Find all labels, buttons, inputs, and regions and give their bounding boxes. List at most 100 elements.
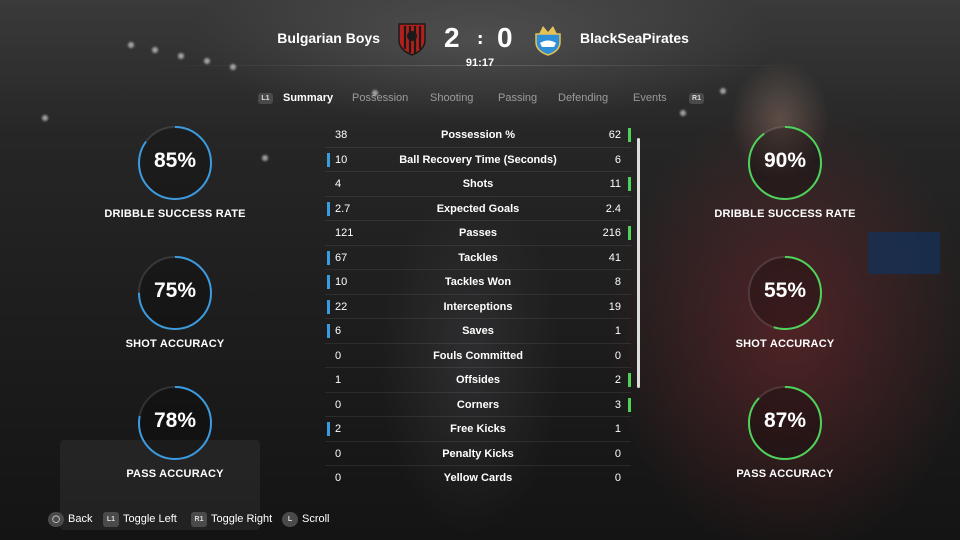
away-stat-value: 3	[614, 398, 621, 411]
stats-scrollbar[interactable]	[637, 138, 640, 388]
stat-label: Ball Recovery Time (Seconds)	[399, 153, 557, 166]
gauge-label: DRIBBLE SUCCESS RATE	[714, 208, 856, 220]
controller-hints: ◯ Back L1 Toggle Left R1 Toggle Right L …	[0, 510, 960, 532]
floodlight	[42, 115, 48, 121]
r1-bumper-icon[interactable]: R1	[689, 93, 704, 104]
tab-summary[interactable]: Summary	[283, 92, 333, 104]
match-clock: 91:17	[465, 57, 495, 69]
stat-row: 6 Saves 1	[325, 319, 631, 344]
away-shot-accuracy-gauge: 55% SHOT ACCURACY	[705, 255, 865, 365]
left-stick-icon[interactable]: L	[282, 512, 298, 527]
home-dribble-success-gauge: 85% DRIBBLE SUCCESS RATE	[95, 125, 255, 235]
gauge-value: 78%	[153, 409, 197, 432]
tab-passing[interactable]: Passing	[498, 92, 537, 104]
stat-row: 1 Offsides 2	[325, 368, 631, 393]
stat-label: Expected Goals	[436, 202, 520, 215]
home-shot-accuracy-gauge: 75% SHOT ACCURACY	[95, 255, 255, 365]
away-stat-value: 2.4	[605, 202, 621, 215]
stat-row: 121 Passes 216	[325, 221, 631, 246]
stadium-screen	[868, 232, 940, 274]
tab-events[interactable]: Events	[633, 92, 667, 104]
away-stat-value: 11	[609, 178, 621, 190]
stat-label: Tackles Won	[444, 276, 512, 288]
gauge-label: DRIBBLE SUCCESS RATE	[104, 208, 246, 220]
stat-label: Passes	[459, 227, 497, 239]
stat-row: 38 Possession % 62	[325, 123, 631, 148]
home-team-crest-icon	[398, 23, 426, 56]
back-hint-label[interactable]: Back	[68, 513, 92, 525]
away-stat-value: 0	[614, 349, 621, 362]
away-leader-marker	[628, 226, 631, 240]
stat-row: 2 Free Kicks 1	[325, 417, 631, 442]
away-leader-marker	[628, 397, 631, 412]
stat-label: Corners	[456, 398, 500, 411]
l1-button-icon[interactable]: L1	[103, 512, 119, 527]
home-team-name: Bulgarian Boys	[277, 30, 380, 46]
toggle-left-hint-label[interactable]: Toggle Left	[123, 513, 177, 525]
away-stat-value: 62	[608, 129, 621, 141]
scroll-hint-label[interactable]: Scroll	[302, 513, 330, 525]
gauge-label: SHOT ACCURACY	[125, 338, 225, 350]
gauge-value: 85%	[153, 149, 197, 172]
away-leader-marker	[628, 373, 631, 387]
stat-label: Tackles	[458, 251, 498, 264]
stat-label: Saves	[462, 325, 494, 337]
stat-row: 0 Yellow Cards 0	[325, 466, 631, 491]
away-stat-value: 19	[608, 300, 621, 313]
stat-row: 10 Tackles Won 8	[325, 270, 631, 295]
floodlight	[680, 110, 686, 116]
score-separator: :	[477, 29, 484, 48]
stat-label: Interceptions	[443, 300, 513, 313]
away-leader-marker	[628, 177, 631, 191]
stat-row: 10 Ball Recovery Time (Seconds) 6	[325, 148, 631, 172]
floodlight	[262, 155, 268, 161]
stat-row: 0 Fouls Committed 0	[325, 344, 631, 368]
r1-button-icon[interactable]: R1	[191, 512, 207, 527]
away-stat-value: 2	[614, 374, 621, 386]
away-team-name: BlackSeaPirates	[580, 30, 689, 46]
away-stat-value: 0	[614, 472, 621, 484]
away-stat-value: 41	[608, 251, 621, 264]
away-stat-value: 8	[614, 276, 621, 288]
away-pass-accuracy-gauge: 87% PASS ACCURACY	[705, 385, 865, 495]
floodlight	[128, 42, 134, 48]
stat-label: Shots	[462, 178, 494, 190]
away-dribble-success-gauge: 90% DRIBBLE SUCCESS RATE	[705, 125, 865, 235]
tab-defending[interactable]: Defending	[558, 92, 608, 104]
stat-label: Penalty Kicks	[442, 447, 514, 460]
gauge-label: SHOT ACCURACY	[735, 338, 835, 350]
away-stat-value: 6	[614, 153, 621, 166]
home-score: 2	[444, 22, 460, 53]
home-pass-accuracy-gauge: 78% PASS ACCURACY	[95, 385, 255, 495]
stat-label: Fouls Committed	[433, 349, 523, 362]
away-team-crest-icon	[535, 26, 561, 56]
away-stat-value: 216	[602, 227, 621, 239]
l1-bumper-icon[interactable]: L1	[258, 93, 273, 104]
stat-label: Yellow Cards	[443, 472, 513, 484]
stat-row: 2.7 Expected Goals 2.4	[325, 197, 631, 221]
gauge-value: 55%	[763, 279, 807, 302]
stats-tab-bar: L1 Summary Possession Shooting Passing D…	[0, 92, 960, 108]
stat-label: Offsides	[455, 374, 500, 386]
gauge-label: PASS ACCURACY	[126, 468, 224, 480]
match-stats-table[interactable]: 38 Possession % 62 1 0 Ball Recovery Time (S…	[325, 123, 631, 491]
away-leader-marker	[628, 128, 631, 142]
stat-row: 4 Shots 11	[325, 172, 631, 197]
floodlight	[152, 47, 158, 53]
gauge-value: 75%	[153, 279, 197, 302]
away-stat-value: 0	[614, 447, 621, 460]
tab-shooting[interactable]: Shooting	[430, 92, 473, 104]
toggle-right-hint-label[interactable]: Toggle Right	[211, 513, 272, 525]
gauge-value: 87%	[763, 409, 807, 432]
stat-label: Free Kicks	[450, 423, 506, 435]
away-score: 0	[497, 22, 513, 53]
away-stat-value: 1	[614, 325, 621, 337]
circle-button-icon[interactable]: ◯	[48, 512, 64, 527]
tab-possession[interactable]: Possession	[352, 92, 408, 104]
stat-row: 22 Interceptions 19	[325, 295, 631, 319]
gauge-value: 90%	[763, 149, 807, 172]
stat-row: 0 Corners 3	[325, 393, 631, 417]
stat-row: 0 Penalty Kicks 0	[325, 442, 631, 466]
gauge-label: PASS ACCURACY	[736, 468, 834, 480]
away-stat-value: 1	[614, 423, 621, 435]
